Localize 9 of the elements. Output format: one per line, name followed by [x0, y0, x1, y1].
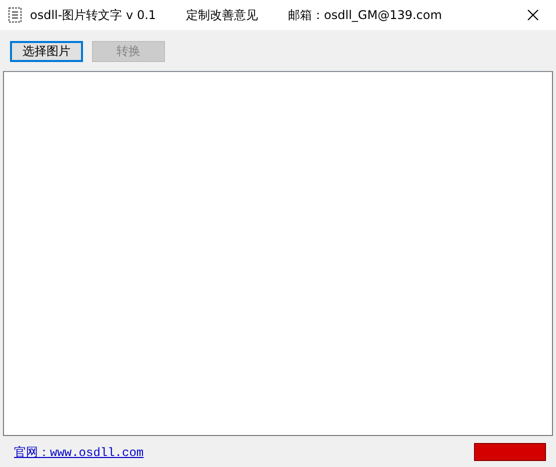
- select-image-button[interactable]: 选择图片: [10, 41, 83, 62]
- website-link[interactable]: 官网：www.osdll.com: [14, 444, 144, 460]
- text-area[interactable]: [3, 71, 553, 436]
- status-button[interactable]: [474, 443, 546, 461]
- window-title: osdll-图片转文字 v 0.1: [30, 6, 156, 24]
- close-icon: [527, 9, 539, 21]
- app-icon: [8, 7, 22, 23]
- menu-item[interactable]: 定制改善意见: [186, 6, 258, 24]
- menu-item[interactable]: 邮箱：osdll_GM@139.com: [288, 6, 442, 24]
